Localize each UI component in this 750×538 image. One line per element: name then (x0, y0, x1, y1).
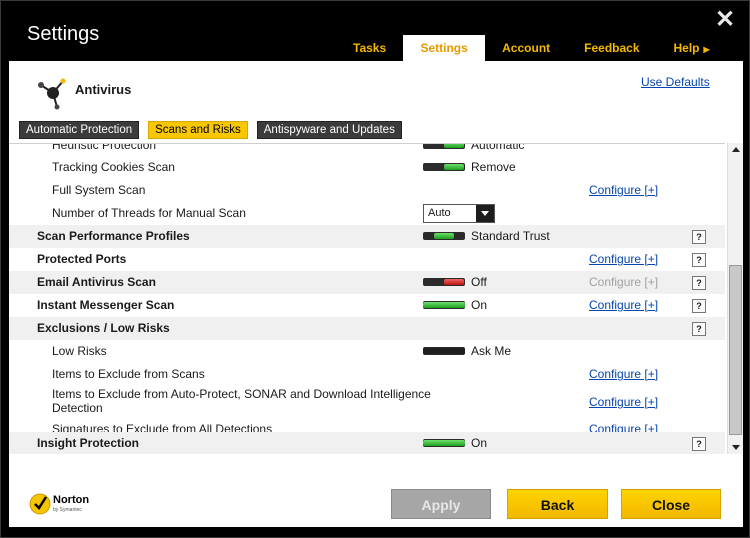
help-icon[interactable]: ? (692, 230, 706, 244)
configure-link: Configure [+] (589, 275, 659, 289)
toggle-value: On (471, 298, 488, 312)
row-label: Insight Protection (37, 436, 139, 450)
scroll-down-arrow-icon[interactable] (728, 440, 744, 454)
row-label: Items to Exclude from Scans (52, 367, 205, 381)
list-item: Full System Scan Configure [+] (9, 179, 725, 202)
row-label: Protected Ports (37, 252, 127, 266)
toggle-value: Automatic (471, 143, 525, 152)
list-item: Tracking Cookies Scan Remove (9, 156, 725, 179)
row-label: Heuristic Protection (52, 143, 157, 152)
threads-select[interactable]: Auto (423, 204, 495, 223)
help-icon[interactable]: ? (692, 276, 706, 290)
tab-settings[interactable]: Settings (403, 35, 486, 61)
help-icon[interactable]: ? (692, 322, 706, 336)
list-item: Items to Exclude from Scans Configure [+… (9, 363, 725, 386)
settings-list: Heuristic Protection Automatic Tracking … (9, 143, 725, 454)
back-button[interactable]: Back (507, 489, 608, 519)
toggle-switch[interactable] (423, 347, 465, 355)
toggle-value: Off (471, 275, 487, 289)
subtab-automatic-protection[interactable]: Automatic Protection (19, 121, 140, 139)
close-icon[interactable]: ✕ (712, 7, 738, 33)
list-item: Exclusions / Low Risks ? (9, 317, 725, 340)
tab-account[interactable]: Account (485, 35, 567, 61)
list-item: Items to Exclude from Auto-Protect, SONA… (9, 386, 725, 418)
tab-help[interactable]: Help ▶ (657, 35, 727, 61)
select-value: Auto (428, 207, 451, 219)
row-label: Email Antivirus Scan (37, 275, 156, 289)
row-label-continued: Detection (52, 401, 103, 415)
caret-right-icon: ▶ (703, 45, 710, 54)
list-item: Insight Protection On ? (9, 432, 725, 454)
settings-window: Settings ✕ Tasks Settings Account Feedba… (0, 0, 750, 538)
toggle-switch[interactable] (423, 301, 465, 309)
close-button[interactable]: Close (621, 489, 721, 519)
apply-button[interactable]: Apply (391, 489, 491, 519)
chevron-down-icon (476, 205, 494, 222)
norton-logo: Norton by Symantec (29, 493, 89, 515)
list-item: Instant Messenger Scan On Configure [+] … (9, 294, 725, 317)
row-label: Full System Scan (52, 183, 146, 197)
brand-subtitle: by Symantec (53, 507, 82, 513)
footer: Norton by Symantec Apply Back Close (9, 454, 743, 527)
window-title: Settings (27, 23, 100, 45)
top-navigation: Tasks Settings Account Feedback Help ▶ (336, 35, 727, 61)
section-header: Antivirus Use Defaults (9, 61, 743, 121)
toggle-switch[interactable] (423, 163, 465, 171)
settings-panel: Antivirus Use Defaults Automatic Protect… (9, 61, 743, 527)
configure-link[interactable]: Configure [+] (589, 183, 658, 197)
list-item: Heuristic Protection Automatic (9, 143, 725, 157)
list-item: Low Risks Ask Me (9, 340, 725, 363)
row-label: Tracking Cookies Scan (52, 160, 175, 174)
tab-help-label: Help (673, 41, 700, 55)
scroll-up-arrow-icon[interactable] (728, 143, 744, 157)
toggle-switch[interactable] (423, 439, 465, 447)
row-label: Scan Performance Profiles (37, 229, 190, 243)
subtab-antispyware-and-updates[interactable]: Antispyware and Updates (256, 121, 402, 139)
help-icon[interactable]: ? (692, 437, 706, 451)
toggle-switch[interactable] (423, 232, 465, 240)
toggle-switch[interactable] (423, 278, 465, 286)
section-title: Antivirus (75, 82, 132, 97)
configure-link[interactable]: Configure [+] (589, 298, 658, 312)
help-icon[interactable]: ? (692, 299, 706, 313)
row-label: Exclusions / Low Risks (37, 321, 170, 335)
toggle-value: On (471, 436, 488, 450)
toggle-value: Ask Me (471, 344, 512, 358)
help-icon[interactable]: ? (692, 253, 706, 267)
tab-feedback[interactable]: Feedback (567, 35, 656, 61)
subtab-bar: Automatic Protection Scans and Risks Ant… (19, 121, 402, 139)
configure-link[interactable]: Configure [+] (589, 252, 658, 266)
list-item: Number of Threads for Manual Scan Auto (9, 202, 725, 225)
configure-link[interactable]: Configure [+] (589, 367, 658, 381)
vertical-scrollbar[interactable] (727, 143, 743, 454)
configure-link[interactable]: Configure [+] (589, 395, 658, 409)
list-item: Scan Performance Profiles Standard Trust… (9, 225, 725, 248)
row-label: Instant Messenger Scan (37, 298, 175, 312)
scroll-thumb[interactable] (729, 265, 742, 435)
list-item: Email Antivirus Scan Off Configure [+] ? (9, 271, 725, 294)
list-item: Protected Ports Configure [+] ? (9, 248, 725, 271)
brand-name: Norton (53, 494, 89, 506)
antivirus-molecule-icon (38, 78, 66, 110)
row-label: Items to Exclude from Auto-Protect, SONA… (52, 387, 431, 401)
subtab-scans-and-risks[interactable]: Scans and Risks (148, 121, 248, 139)
toggle-switch[interactable] (423, 144, 465, 149)
toggle-value: Standard Trust (471, 229, 550, 243)
toggle-value: Remove (471, 160, 516, 174)
row-label: Number of Threads for Manual Scan (52, 206, 246, 220)
row-label: Low Risks (52, 344, 107, 358)
tab-tasks[interactable]: Tasks (336, 35, 403, 61)
use-defaults-link[interactable]: Use Defaults (641, 75, 710, 89)
